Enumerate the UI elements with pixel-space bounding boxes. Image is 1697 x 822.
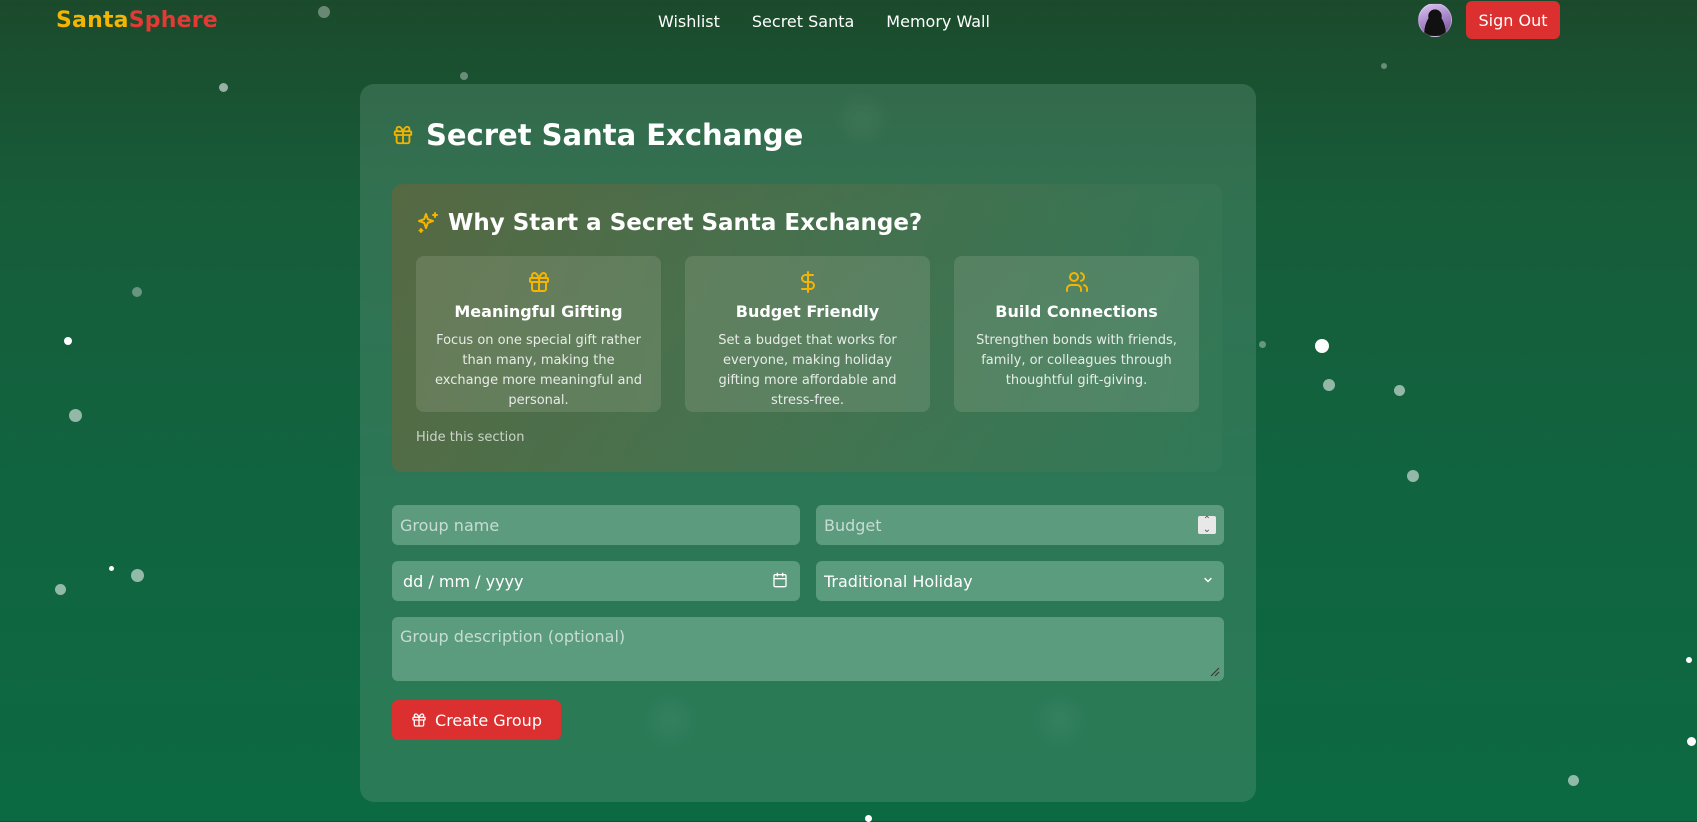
snowflake (1323, 379, 1335, 391)
nav-link-memory-wall[interactable]: Memory Wall (886, 12, 990, 31)
snowflake (55, 584, 66, 595)
number-spinner[interactable]: ⌃ ⌄ (1198, 516, 1216, 535)
feature-card-budget: Budget Friendly Set a budget that works … (685, 256, 930, 412)
sparkles-icon (418, 212, 438, 233)
snowflake (1381, 63, 1387, 69)
users-icon (1065, 272, 1088, 292)
page-title: Secret Santa Exchange (392, 118, 803, 152)
create-group-button[interactable]: Create Group (392, 700, 561, 740)
feature-card-meaningful: Meaningful Gifting Focus on one special … (416, 256, 661, 412)
description-placeholder: Group description (optional) (400, 627, 626, 646)
date-placeholder: dd / mm / yyyy (403, 571, 524, 591)
theme-selected-value: Traditional Holiday (824, 571, 973, 591)
app-logo[interactable]: SantaSphere (56, 8, 218, 33)
snowflake (460, 72, 468, 80)
gift-icon (528, 272, 549, 292)
nav-link-secret-santa[interactable]: Secret Santa (752, 12, 854, 31)
feature-text: Strengthen bonds with friends, family, o… (976, 333, 1177, 388)
top-nav: SantaSphere Wishlist Secret Santa Memory… (0, 0, 1697, 44)
feature-title: Meaningful Gifting (454, 302, 623, 321)
description-textarea[interactable]: Group description (optional) (392, 617, 1224, 681)
hide-section-link[interactable]: Hide this section (416, 430, 524, 445)
nav-link-wishlist[interactable]: Wishlist (658, 12, 720, 31)
feature-text: Focus on one special gift rather than ma… (434, 333, 642, 408)
theme-select[interactable]: Traditional Holiday (816, 561, 1224, 601)
gift-icon (393, 125, 413, 145)
snowflake (1686, 657, 1692, 663)
snowflake (69, 409, 82, 422)
snowflake (1394, 385, 1405, 396)
create-group-label: Create Group (435, 710, 542, 730)
budget-placeholder: Budget (824, 515, 882, 535)
snowflake (1407, 470, 1419, 482)
chevron-down-icon (1204, 577, 1212, 583)
page-title-text: Secret Santa Exchange (426, 118, 804, 152)
calendar-icon[interactable] (772, 572, 788, 588)
group-name-placeholder: Group name (400, 515, 500, 535)
why-heading-text: Why Start a Secret Santa Exchange? (448, 210, 923, 236)
budget-input[interactable]: Budget ⌃ ⌄ (816, 505, 1224, 545)
gift-icon (412, 713, 426, 727)
feature-text: Set a budget that works for everyone, ma… (718, 333, 897, 408)
snowflake (1259, 341, 1266, 348)
feature-title: Build Connections (995, 302, 1158, 321)
snowflake (1315, 339, 1329, 353)
resize-handle-icon[interactable] (1210, 667, 1220, 677)
logo-text-sphere: Sphere (128, 8, 218, 33)
snowflake (219, 83, 228, 92)
sign-out-button[interactable]: Sign Out (1466, 1, 1560, 39)
snowflake (132, 287, 142, 297)
nav-links: Wishlist Secret Santa Memory Wall (658, 12, 990, 31)
snowflake (64, 337, 72, 345)
snowflake (109, 566, 114, 571)
date-input[interactable]: dd / mm / yyyy (392, 561, 800, 601)
feature-title: Budget Friendly (735, 302, 880, 321)
group-name-input[interactable]: Group name (392, 505, 800, 545)
dollar-icon (800, 271, 815, 293)
logo-text-santa: Santa (56, 8, 129, 33)
user-avatar[interactable] (1418, 3, 1452, 37)
why-section: Why Start a Secret Santa Exchange? Meani… (392, 184, 1222, 472)
snowflake (131, 569, 144, 582)
feature-card-connections: Build Connections Strengthen bonds with … (954, 256, 1199, 412)
secret-santa-card: Secret Santa Exchange Why Start a Secret… (360, 84, 1256, 802)
why-heading: Why Start a Secret Santa Exchange? (416, 210, 922, 236)
snowflake (1687, 737, 1696, 746)
snowflake (1568, 775, 1579, 786)
